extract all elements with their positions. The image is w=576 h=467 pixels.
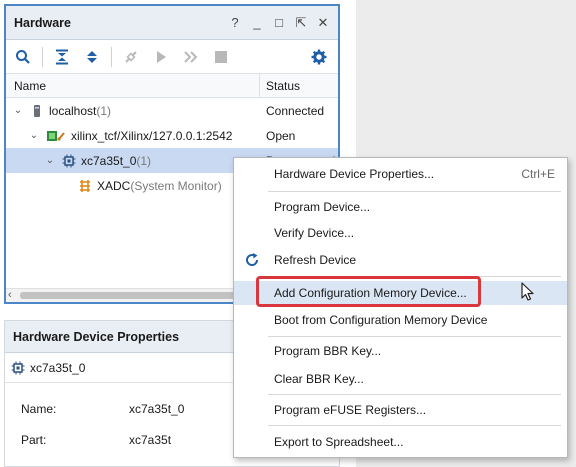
property-row-name: Name: xc7a35t_0 [21,402,184,416]
tree-row-label: xilinx_tcf/Xilinx/127.0.0.1:2542 [71,128,233,143]
tree-row-label: localhost [49,103,97,118]
expand-all-icon[interactable] [81,46,103,68]
menu-item-label: Program eFUSE Registers... [274,403,427,417]
menu-separator [268,394,561,395]
menu-separator [268,276,561,277]
menu-item-boot-from-configuration-memory-device[interactable]: Boot from Configuration Memory Device [234,308,567,332]
tree-row-localhost[interactable]: ⌄ localhost (1) Connected [6,98,338,123]
tree-row-count: (1) [96,103,112,118]
search-icon[interactable] [12,46,34,68]
stop-icon [210,46,232,68]
property-value: xc7a35t [129,433,172,447]
close-icon[interactable]: ✕ [316,15,330,30]
menu-item-label: Verify Device... [274,226,355,240]
collapse-all-icon[interactable] [51,46,73,68]
tree-row-status: Connected [266,103,325,118]
menu-item-verify-device[interactable]: Verify Device... [234,221,567,245]
menu-item-add-configuration-memory-device[interactable]: Add Configuration Memory Device... [234,281,567,305]
menu-item-label: Program Device... [274,200,371,214]
chevron-down-icon[interactable]: ⌄ [44,155,56,166]
menu-item-label: Add Configuration Memory Device... [274,286,467,300]
context-menu: Hardware Device Properties... Ctrl+E Pro… [233,157,568,458]
property-row-part: Part: xc7a35t [21,433,171,447]
tree-row-label: xc7a35t_0 [81,153,137,168]
jtag-cable-icon [46,129,66,143]
scroll-left-icon[interactable]: ‹ [8,289,12,301]
hardware-panel-titlebar: Hardware ? _ □ ⇱ ✕ [6,6,338,40]
menu-item-label: Export to Spreadsheet... [274,435,404,449]
tree-row-count: (1) [136,153,152,168]
run-icon [150,46,172,68]
menu-item-label: Clear BBR Key... [274,372,364,386]
hardware-toolbar [6,40,338,74]
property-label: Name: [21,402,57,416]
menu-item-program-efuse-registers[interactable]: Program eFUSE Registers... [234,398,567,422]
tree-row-target[interactable]: ⌄ xilinx_tcf/Xilinx/127.0.0.1:2542 Open [6,123,338,148]
property-label: Part: [21,433,47,447]
fast-forward-icon [180,46,202,68]
menu-item-export-to-spreadsheet[interactable]: Export to Spreadsheet... [234,430,567,454]
menu-separator [268,191,561,192]
column-header-status[interactable]: Status [260,74,338,97]
menu-item-program-bbr-key[interactable]: Program BBR Key... [234,339,567,363]
mouse-cursor-icon [521,282,535,305]
menu-item-label: Program BBR Key... [274,344,382,358]
tree-row-status: Open [266,128,296,143]
tree-row-type: (System Monitor) [130,178,222,193]
property-value: xc7a35t_0 [129,402,185,416]
tree-row-label: XADC [97,178,131,193]
maximize-icon[interactable]: □ [272,15,286,30]
menu-item-label: Hardware Device Properties... [274,167,435,181]
menu-item-refresh-device[interactable]: Refresh Device [234,248,567,272]
gear-icon[interactable] [308,46,330,68]
menu-item-label: Refresh Device [274,253,357,267]
menu-item-program-device[interactable]: Program Device... [234,195,567,219]
chip-icon [11,361,25,375]
properties-device-name: xc7a35t_0 [30,360,86,375]
float-icon[interactable]: ⇱ [294,15,308,30]
hardware-panel-title: Hardware [14,15,71,30]
menu-separator [268,336,561,337]
menu-item-hardware-device-properties[interactable]: Hardware Device Properties... Ctrl+E [234,162,567,186]
chip-icon [62,154,76,168]
server-icon [30,104,44,118]
refresh-icon [244,252,260,268]
menu-separator [268,425,561,426]
menu-item-shortcut: Ctrl+E [521,167,555,181]
menu-item-clear-bbr-key[interactable]: Clear BBR Key... [234,367,567,391]
help-icon[interactable]: ? [228,15,242,30]
minimize-icon[interactable]: _ [250,15,264,30]
column-header-name[interactable]: Name [6,74,260,97]
menu-item-label: Boot from Configuration Memory Device [274,313,488,327]
chevron-down-icon[interactable]: ⌄ [12,105,24,116]
xadc-icon [78,179,92,193]
auto-connect-icon [120,46,142,68]
chevron-down-icon[interactable]: ⌄ [28,130,40,141]
tree-header: Name Status [6,74,338,98]
